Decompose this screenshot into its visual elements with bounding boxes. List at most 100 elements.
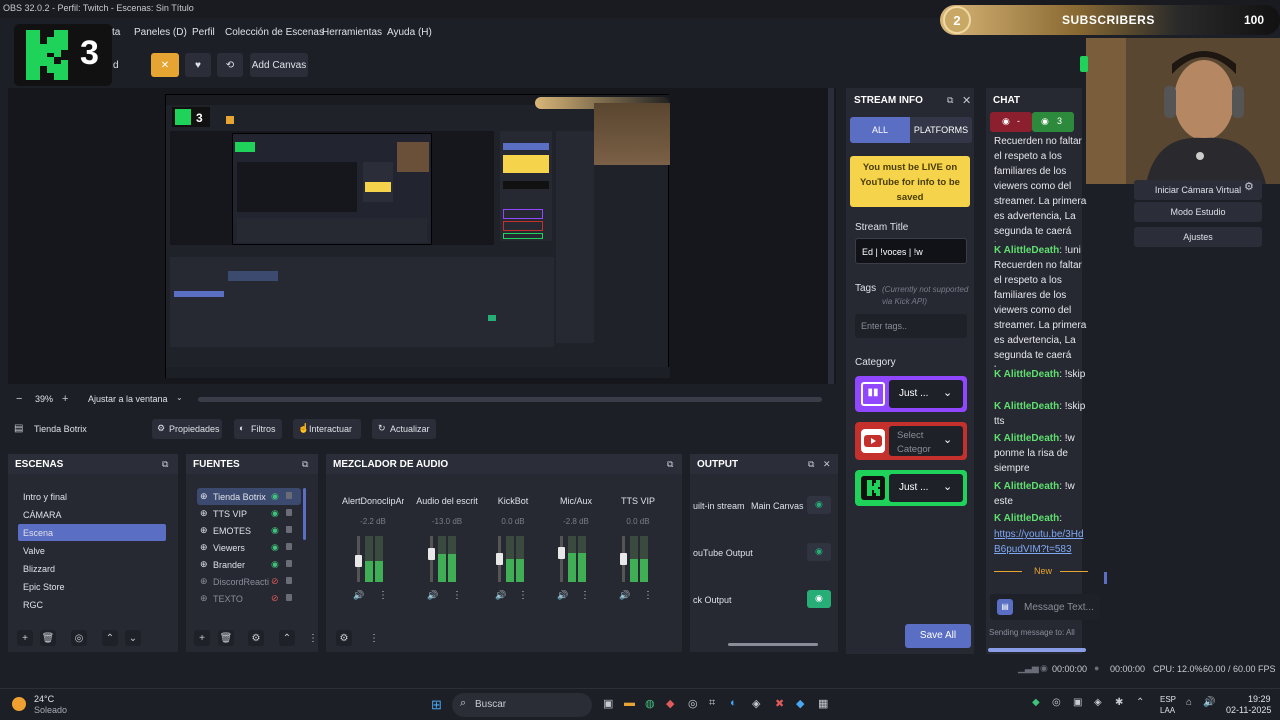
more-vertical-icon[interactable]: ⋮ xyxy=(643,590,653,601)
scene-item[interactable]: Intro y final xyxy=(18,488,166,505)
youtube-category-select[interactable]: Select Categor ⌄ xyxy=(889,426,963,456)
tools-button[interactable]: ✕ xyxy=(151,53,179,77)
mute-icon[interactable]: 🔊 xyxy=(427,590,438,601)
menu-item-partial[interactable]: ta xyxy=(112,27,120,38)
more-vertical-icon[interactable]: ⋮ xyxy=(378,590,388,601)
source-item[interactable]: ⊕ Viewers ◉ xyxy=(197,539,301,556)
menu-item-paneles[interactable]: Paneles (D) xyxy=(134,27,187,38)
properties-button[interactable]: ⚙ Propiedades xyxy=(152,419,222,439)
undock-icon[interactable]: ⧉ xyxy=(667,459,673,470)
source-more-button[interactable]: ⋮ xyxy=(305,630,321,646)
chat-username[interactable]: AlittleDeath xyxy=(1004,433,1060,444)
bluetooth-icon[interactable]: ✱ xyxy=(1115,697,1123,708)
filters-button[interactable]: ◐ Filtros xyxy=(234,419,282,439)
scene-move-up-button[interactable]: ⌃ xyxy=(102,630,118,646)
mixer-more-button[interactable]: ⋮ xyxy=(366,630,382,646)
add-scene-button[interactable]: + xyxy=(17,630,33,646)
chat-username[interactable]: AlittleDeath xyxy=(1004,245,1060,256)
menu-item-coleccion[interactable]: Colección de Escenas xyxy=(225,27,324,38)
tray-icon[interactable]: ▣ xyxy=(1073,697,1082,708)
tray-icon[interactable]: ◎ xyxy=(1052,697,1061,708)
chat-username[interactable]: AlittleDeath xyxy=(1004,481,1060,492)
close-icon[interactable]: ✕ xyxy=(823,459,831,470)
eye-slash-icon[interactable]: ⊘ xyxy=(271,576,279,587)
scene-item[interactable]: Epic Store xyxy=(18,578,166,595)
chevron-up-icon[interactable]: ⌃ xyxy=(1136,697,1144,708)
eye-icon[interactable]: ◉ xyxy=(271,508,279,519)
link-button[interactable]: ⟲ xyxy=(217,53,243,77)
scene-filters-button[interactable]: ◎ xyxy=(71,630,87,646)
volume-fader-knob[interactable] xyxy=(355,555,362,567)
network-icon[interactable]: ⌂ xyxy=(1186,697,1192,708)
mute-icon[interactable]: 🔊 xyxy=(557,590,568,601)
sources-scrollbar[interactable] xyxy=(303,488,306,540)
more-vertical-icon[interactable]: ⋮ xyxy=(518,590,528,601)
scene-move-down-button[interactable]: ⌄ xyxy=(125,630,141,646)
studio-mode-button[interactable]: Modo Estudio xyxy=(1134,202,1262,222)
chrome-icon[interactable]: ◍ xyxy=(645,697,655,710)
remove-scene-button[interactable]: 🗑 xyxy=(40,630,56,646)
output-toggle[interactable]: ◉ xyxy=(807,496,831,514)
steam-icon[interactable]: ◈ xyxy=(752,697,760,710)
source-item-hidden[interactable]: ⊕ TEXTO ⊘ xyxy=(197,590,301,607)
obs-icon[interactable]: ◎ xyxy=(688,697,698,710)
zoom-out-button[interactable]: − xyxy=(16,393,22,405)
source-item[interactable]: ⊕ Brander ◉ xyxy=(197,556,301,573)
eye-icon[interactable]: ◉ xyxy=(271,559,279,570)
scene-item[interactable]: Blizzard xyxy=(18,560,166,577)
add-source-button[interactable]: + xyxy=(194,630,210,646)
preview-horizontal-scrollbar[interactable] xyxy=(198,397,822,402)
lock-icon[interactable] xyxy=(286,543,292,550)
output-toggle-on[interactable]: ◉ xyxy=(807,590,831,608)
scene-item[interactable]: RGC xyxy=(18,596,166,613)
favorite-button[interactable]: ♥ xyxy=(185,53,211,77)
preview-canvas[interactable]: 3 xyxy=(165,94,670,378)
lock-icon[interactable] xyxy=(286,509,292,516)
taskbar-search[interactable]: ⌕ Buscar xyxy=(452,693,592,717)
volume-fader-track[interactable] xyxy=(560,536,563,582)
mute-icon[interactable]: 🔊 xyxy=(495,590,506,601)
chat-link[interactable]: https://youtu.be/3HdB6pudVIM?t=583 xyxy=(994,527,1088,557)
mute-icon[interactable]: 🔊 xyxy=(353,590,364,601)
add-canvas-button[interactable]: Add Canvas xyxy=(250,53,308,77)
twitch-category-select[interactable]: Just ... ⌄ xyxy=(889,380,963,408)
mixer-settings-button[interactable]: ⚙ xyxy=(336,630,352,646)
save-all-button[interactable]: Save All xyxy=(905,624,971,648)
scene-item[interactable]: CÁMARA xyxy=(18,506,166,523)
menu-item-herramientas[interactable]: Herramientas xyxy=(322,27,382,38)
source-item[interactable]: ⊕ EMOTES ◉ xyxy=(197,522,301,539)
output-scrollbar[interactable] xyxy=(728,643,818,646)
menu-item-perfil[interactable]: Perfil xyxy=(192,27,215,38)
more-vertical-icon[interactable]: ⋮ xyxy=(580,590,590,601)
tags-input[interactable]: Enter tags.. xyxy=(855,314,967,338)
volume-fader-knob[interactable] xyxy=(558,547,565,559)
interact-button[interactable]: ☝ Interactuar xyxy=(293,419,361,439)
chat-input[interactable]: ▤ Message Text... xyxy=(990,594,1100,620)
tray-icon[interactable]: ◈ xyxy=(1094,697,1102,708)
task-view-icon[interactable]: ▣ xyxy=(603,697,613,710)
kick-category-select[interactable]: Just ... ⌄ xyxy=(889,474,963,502)
remove-source-button[interactable]: 🗑 xyxy=(218,630,234,646)
undock-icon[interactable]: ⧉ xyxy=(302,459,308,470)
lock-icon[interactable] xyxy=(286,526,292,533)
tray-icon[interactable]: ◆ xyxy=(1032,697,1040,708)
source-item-hidden[interactable]: ⊕ DiscordReactive⊘ xyxy=(197,573,301,590)
source-item[interactable]: ⊕ TTS VIP ◉ xyxy=(197,505,301,522)
keyboard-region[interactable]: LAA xyxy=(1160,706,1175,715)
close-icon[interactable]: ✕ xyxy=(962,94,971,107)
kick-category[interactable]: Just ... ⌄ xyxy=(855,470,967,506)
app-icon[interactable]: ✖ xyxy=(775,697,784,710)
source-item-selected[interactable]: ⊕ Tienda Botrix ◉ xyxy=(197,488,301,505)
undock-icon[interactable]: ⧉ xyxy=(947,95,953,106)
edge-icon[interactable]: ◐ xyxy=(730,697,737,709)
virtual-camera-button[interactable]: Iniciar Cámara Virtual xyxy=(1134,180,1262,200)
volume-icon[interactable]: 🔊 xyxy=(1203,697,1215,708)
volume-fader-knob[interactable] xyxy=(496,553,503,565)
twitch-category[interactable]: ▮▮ Just ... ⌄ xyxy=(855,376,967,412)
file-explorer-icon[interactable]: ▬ xyxy=(624,697,635,709)
youtube-category[interactable]: Select Categor ⌄ xyxy=(855,422,967,460)
tab-platforms[interactable]: PLATFORMS xyxy=(910,117,972,143)
windows-start-icon[interactable]: ⊞ xyxy=(431,697,442,713)
lock-icon[interactable] xyxy=(286,492,292,499)
eye-slash-icon[interactable]: ⊘ xyxy=(271,593,279,604)
